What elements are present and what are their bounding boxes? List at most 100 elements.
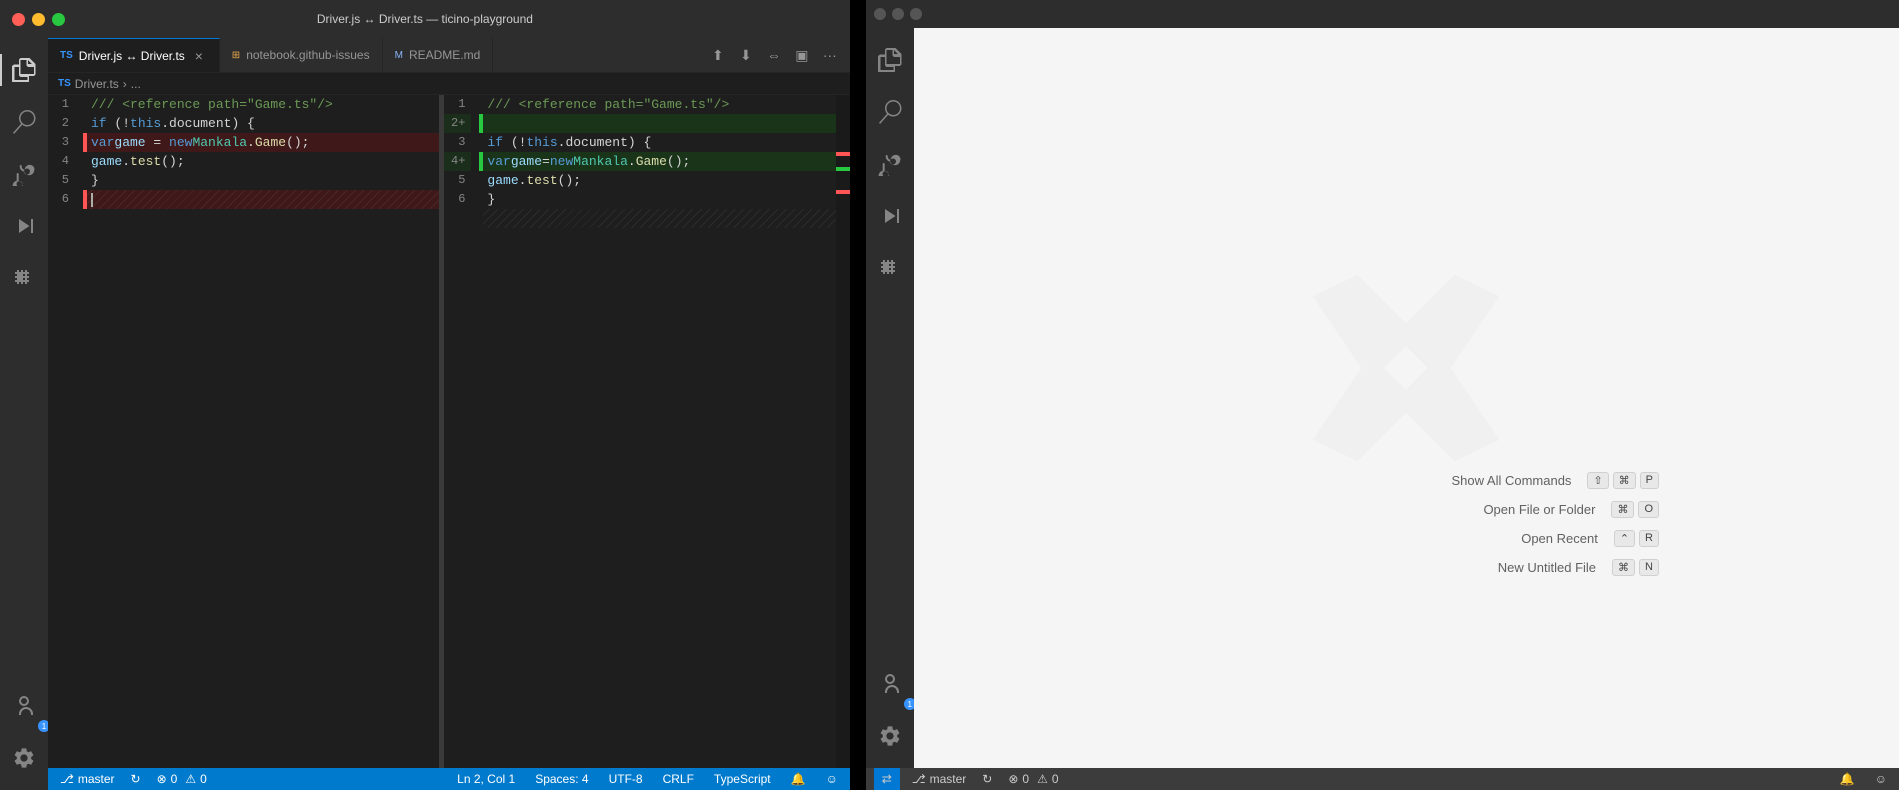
right-activity-source-control[interactable] <box>866 140 914 188</box>
warning-num: 0 <box>200 772 207 786</box>
status-bar-right-items: Ln 2, Col 1 Spaces: 4 UTF-8 CRLF TypeScr… <box>453 768 842 790</box>
line-ending-text: CRLF <box>663 772 694 786</box>
activity-icon-run[interactable] <box>0 202 48 250</box>
md-icon: M <box>395 50 403 61</box>
more-actions[interactable]: ··· <box>818 43 842 67</box>
vscode-logo <box>1306 268 1506 468</box>
activity-icon-source-control[interactable] <box>0 150 48 198</box>
code-line-6[interactable] <box>87 190 439 209</box>
breadcrumb: TS Driver.ts › ... <box>48 73 850 95</box>
diff-pane-right[interactable]: 1 2+ 3 4+ 5 6 <box>443 95 835 768</box>
right-activity-extensions[interactable] <box>866 244 914 292</box>
tabs-bar: TS Driver.js ↔ Driver.ts × ⊞ notebook.gi… <box>48 38 850 73</box>
right-activity-search[interactable] <box>866 88 914 136</box>
right-maximize[interactable] <box>910 8 922 20</box>
spaces-text: Spaces: 4 <box>535 772 588 786</box>
tab-notebook[interactable]: ⊞ notebook.github-issues <box>220 38 383 72</box>
minimap <box>836 95 850 768</box>
split-editor-down[interactable]: ⬇ <box>734 43 758 67</box>
errors-count[interactable]: ⊗ 0 ⚠ 0 <box>153 768 211 790</box>
diff-pane-left[interactable]: 1 2 3 4 5 6 <box>48 95 439 768</box>
show-all-commands-keys: ⇧ ⌘ P <box>1587 472 1659 489</box>
right-git-icon: ⎇ <box>912 772 926 786</box>
feedback[interactable]: ☺ <box>822 768 842 790</box>
minimap-mark-green1 <box>836 167 850 171</box>
sync-icon: ↻ <box>131 772 141 786</box>
title-bar: Driver.js ↔ Driver.ts — ticino-playgroun… <box>0 0 850 38</box>
account-icon[interactable]: 1 <box>0 682 48 730</box>
new-untitled-file[interactable]: New Untitled File ⌘ N <box>1451 559 1659 576</box>
right-feedback[interactable]: ☺ <box>1871 768 1891 790</box>
activity-icon-files[interactable] <box>0 46 48 94</box>
right-sync-icon: ↻ <box>982 772 992 786</box>
key-p: P <box>1640 472 1659 489</box>
right-warning-num: 0 <box>1052 772 1059 786</box>
source-control-status[interactable]: ⎇ master <box>56 768 119 790</box>
right-status-left: ⇄ ⎇ master ↻ ⊗ 0 ⚠ 0 <box>874 768 1063 790</box>
tab-driver-diff[interactable]: TS Driver.js ↔ Driver.ts × <box>48 38 220 72</box>
key-o: O <box>1638 501 1659 518</box>
cursor-position[interactable]: Ln 2, Col 1 <box>453 768 519 790</box>
key-r: R <box>1639 530 1659 547</box>
split-editor-up[interactable]: ⬆ <box>706 43 730 67</box>
right-branch[interactable]: ⎇ master <box>908 768 971 790</box>
code-left[interactable]: /// <reference path="Game.ts"/> if (!thi… <box>87 95 439 768</box>
ts-icon: TS <box>60 50 73 61</box>
indentation[interactable]: Spaces: 4 <box>531 768 592 790</box>
code-line-2: if (!this.document) { <box>87 114 439 133</box>
split-editor-right[interactable]: ⇔ <box>762 43 786 67</box>
welcome-commands: Show All Commands ⇧ ⌘ P Open File or Fol… <box>1451 472 1659 588</box>
activity-icon-extensions[interactable] <box>0 254 48 302</box>
open-file-folder[interactable]: Open File or Folder ⌘ O <box>1451 501 1659 518</box>
right-minimize[interactable] <box>892 8 904 20</box>
line-numbers-right: 1 2+ 3 4+ 5 6 <box>444 95 479 768</box>
maximize-button[interactable] <box>52 13 65 26</box>
line-ending[interactable]: CRLF <box>659 768 698 790</box>
right-settings-icon[interactable] <box>866 712 914 760</box>
open-recent-label: Open Recent <box>1521 531 1598 546</box>
right-activity-bar-bottom: 1 <box>866 660 914 768</box>
right-error-num: 0 <box>1022 772 1029 786</box>
error-icon: ⊗ <box>157 772 167 786</box>
right-activity-run[interactable] <box>866 192 914 240</box>
language-mode[interactable]: TypeScript <box>710 768 775 790</box>
tab-close-driver[interactable]: × <box>191 48 207 64</box>
activity-icon-search[interactable] <box>0 98 48 146</box>
error-num: 0 <box>171 772 178 786</box>
right-notifications[interactable]: 🔔 <box>1836 768 1859 790</box>
sync-status[interactable]: ↻ <box>127 768 145 790</box>
minimize-button[interactable] <box>32 13 45 26</box>
breadcrumb-separator: › <box>123 77 127 91</box>
remote-icon: ⇄ <box>882 772 892 786</box>
right-close[interactable] <box>874 8 886 20</box>
rcode-line-1: /// <reference path="Game.ts"/> <box>483 95 835 114</box>
settings-icon[interactable] <box>0 734 48 782</box>
tabs-actions: ⬆ ⬇ ⇔ ▣ ··· <box>706 38 850 72</box>
remote-indicator[interactable]: ⇄ <box>874 768 900 790</box>
right-sync[interactable]: ↻ <box>978 768 996 790</box>
encoding[interactable]: UTF-8 <box>605 768 647 790</box>
code-line-1: /// <reference path="Game.ts"/> <box>87 95 439 114</box>
editor-layout[interactable]: ▣ <box>790 43 814 67</box>
show-all-commands[interactable]: Show All Commands ⇧ ⌘ P <box>1451 472 1659 489</box>
key-cmd2: ⌘ <box>1611 501 1634 518</box>
right-title-bar <box>866 0 1899 28</box>
rcode-line-2 <box>483 114 835 133</box>
right-activity-files[interactable] <box>866 36 914 84</box>
window-title: Driver.js ↔ Driver.ts — ticino-playgroun… <box>317 12 533 26</box>
tab-readme[interactable]: M README.md <box>383 38 494 72</box>
diff-editor: 1 2 3 4 5 6 <box>48 95 850 768</box>
rcode-line-3: if (!this.document) { <box>483 133 835 152</box>
show-all-commands-label: Show All Commands <box>1451 473 1571 488</box>
notifications[interactable]: 🔔 <box>787 768 810 790</box>
open-recent-keys: ⌃ R <box>1614 530 1659 547</box>
activity-bar: 1 <box>0 38 48 790</box>
code-right[interactable]: /// <reference path="Game.ts"/> if (!thi… <box>483 95 835 768</box>
breadcrumb-item: ... <box>131 77 141 91</box>
right-account-icon[interactable]: 1 <box>866 660 914 708</box>
open-recent[interactable]: Open Recent ⌃ R <box>1451 530 1659 547</box>
close-button[interactable] <box>12 13 25 26</box>
breadcrumb-ts-icon: TS <box>58 78 71 89</box>
right-errors[interactable]: ⊗ 0 ⚠ 0 <box>1004 768 1062 790</box>
language-text: TypeScript <box>714 772 771 786</box>
